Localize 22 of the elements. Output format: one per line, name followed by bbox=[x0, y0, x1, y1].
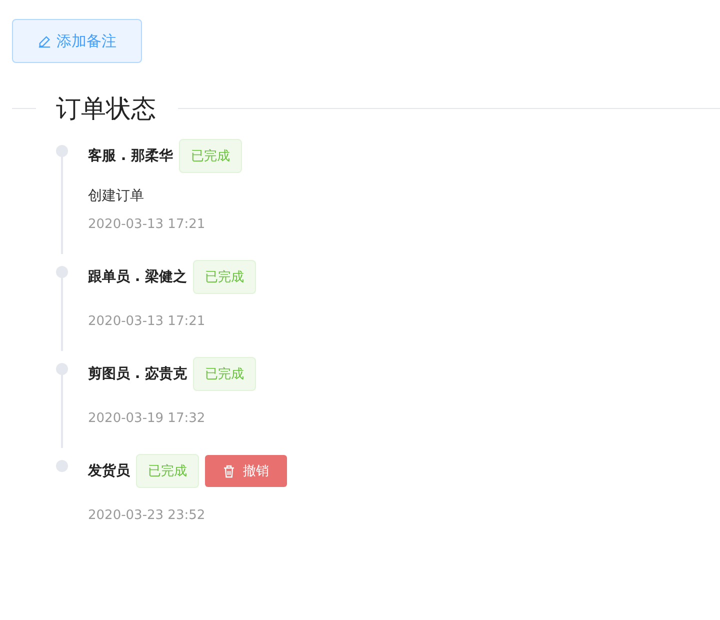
step-title: 剪图员 . 宓贵克 bbox=[88, 365, 188, 383]
status-tag: 已完成 bbox=[136, 454, 199, 488]
status-tag: 已完成 bbox=[179, 139, 242, 173]
timestamp: 2020-03-23 23:52 bbox=[88, 508, 206, 523]
timeline-dot bbox=[56, 266, 68, 278]
step-title: 客服 . 那柔华 bbox=[88, 147, 174, 165]
timeline-dot bbox=[56, 145, 68, 157]
timeline-dot bbox=[56, 363, 68, 375]
trash-icon bbox=[223, 464, 235, 478]
step-title: 跟单员 . 梁健之 bbox=[88, 268, 188, 286]
timestamp: 2020-03-13 17:21 bbox=[88, 217, 206, 232]
status-tag: 已完成 bbox=[193, 260, 256, 294]
section-title: 订单状态 bbox=[56, 92, 156, 124]
add-note-button[interactable]: 添加备注 bbox=[12, 19, 142, 63]
pencil-icon bbox=[38, 34, 50, 48]
step-note: 创建订单 bbox=[88, 187, 145, 205]
timestamp: 2020-03-19 17:32 bbox=[88, 411, 206, 426]
status-tag: 已完成 bbox=[193, 357, 256, 391]
timeline-dot bbox=[56, 460, 68, 472]
revoke-button[interactable]: 撤销 bbox=[205, 455, 287, 487]
timestamp: 2020-03-13 17:21 bbox=[88, 314, 206, 329]
step-title: 发货员 bbox=[88, 462, 130, 480]
